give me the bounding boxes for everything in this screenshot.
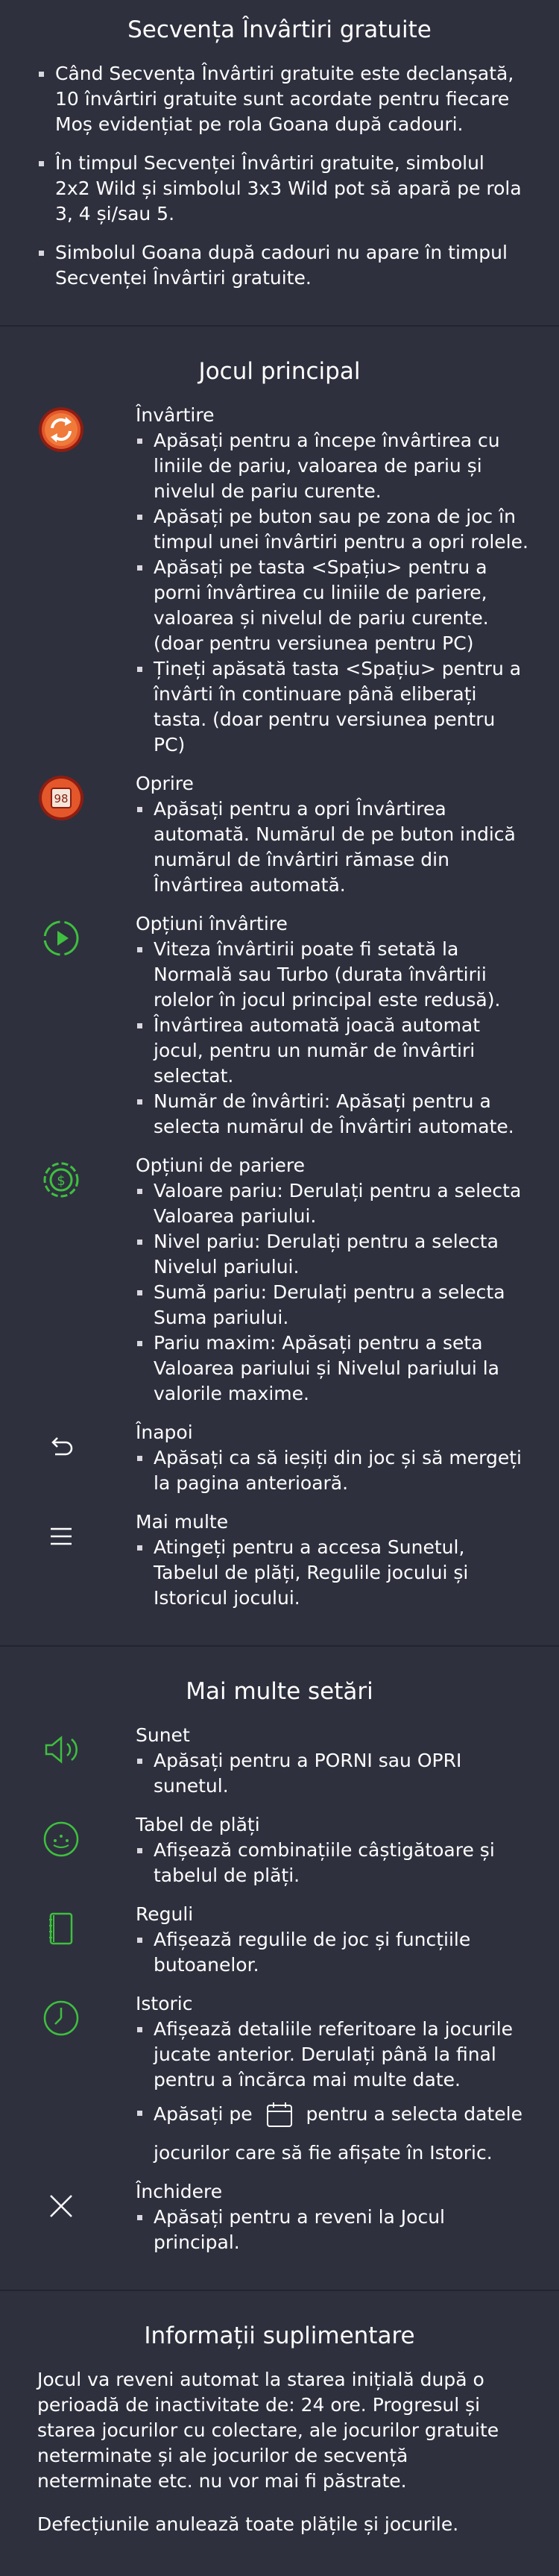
feature-name: Istoric bbox=[136, 1993, 193, 2014]
feature-name: Opțiuni învârtire bbox=[136, 913, 288, 934]
calendar-icon bbox=[266, 2102, 292, 2127]
bullet-list: Când Secvența Învârtiri gratuite este de… bbox=[0, 61, 559, 291]
info-paragraph: Defecțiunile anulează toate plățile și j… bbox=[37, 2513, 459, 2535]
section-title: Secvența Învârtiri gratuite bbox=[127, 16, 432, 43]
list-item: Apăsați pentru a opri Învârtirea automat… bbox=[136, 797, 529, 898]
feature-name: Reguli bbox=[136, 1903, 194, 1925]
list-item: Valoare pariu: Derulați pentru a selecta… bbox=[136, 1178, 529, 1229]
feature-spin: Învârtire Apăsați pentru a începe învârt… bbox=[0, 403, 559, 758]
list-item: Afișează detaliile referitoare la jocuri… bbox=[136, 2017, 529, 2093]
list-item: Învârtirea automată joacă automat jocul,… bbox=[136, 1013, 529, 1089]
list-item: Apăsați pentru a reveni la Jocul princip… bbox=[136, 2205, 529, 2255]
list-item: Când Secvența Învârtiri gratuite este de… bbox=[37, 61, 522, 137]
list-item: Țineți apăsată tasta <Spațiu> pentru a î… bbox=[136, 656, 529, 758]
feature-name: Mai multe bbox=[136, 1511, 229, 1533]
list-item: Apăsați pe pentru a selecta datele jocur… bbox=[136, 2100, 529, 2166]
list-item: Număr de învârtiri: Apăsați pentru a sel… bbox=[136, 1089, 529, 1140]
list-item: Apăsați pe tasta <Spațiu> pentru a porni… bbox=[136, 555, 529, 656]
feature-name: Sunet bbox=[136, 1724, 190, 1746]
list-item: Apăsați ca să ieșiți din joc și să merge… bbox=[136, 1445, 529, 1496]
feature-close: Închidere Apăsați pentru a reveni la Joc… bbox=[0, 2179, 559, 2255]
additional-info-section: Informații suplimentare Jocul va reveni … bbox=[0, 2291, 559, 2576]
back-icon bbox=[51, 1437, 73, 1456]
feature-spin-options: Opțiuni învârtire Viteza învârtirii poat… bbox=[0, 911, 559, 1140]
spin-options-icon bbox=[43, 920, 79, 956]
svg-text:$: $ bbox=[57, 1173, 65, 1189]
bet-options-icon: $ bbox=[43, 1162, 79, 1198]
autospin-count: 98 bbox=[54, 792, 68, 805]
feature-name: Înapoi bbox=[136, 1421, 193, 1443]
feature-more: Mai multe Atingeți pentru a accesa Sunet… bbox=[0, 1510, 559, 1611]
main-game-section: Jocul principal Învârtire Apăsați pentru… bbox=[0, 327, 559, 1647]
list-item: În timpul Secvenței Învârtiri gratuite, … bbox=[37, 151, 522, 227]
list-item: Pariu maxim: Apăsați pentru a seta Valoa… bbox=[136, 1331, 529, 1407]
more-settings-section: Mai multe setări Sunet Apăsați pentru a … bbox=[0, 1647, 559, 2291]
feature-rules: Reguli Afișează regulile de joc și funcț… bbox=[0, 1902, 559, 1978]
free-spins-sequence-section: Secvența Învârtiri gratuite Când Secvenț… bbox=[0, 0, 559, 327]
list-item: Afișează regulile de joc și funcțiile bu… bbox=[136, 1927, 529, 1978]
feature-back: Înapoi Apăsați ca să ieșiți din joc și s… bbox=[0, 1420, 559, 1496]
stop-button-icon: 98 bbox=[39, 776, 83, 820]
calendar-text-after: pentru a selecta datele bbox=[306, 2103, 522, 2125]
list-item: Afișează combinațiile câștigătoare și ta… bbox=[136, 1838, 529, 1888]
list-item: Atingeți pentru a accesa Sunetul, Tabelu… bbox=[136, 1535, 529, 1611]
calendar-text-line2: jocurilor care să fie afișate în Istoric… bbox=[154, 2142, 493, 2164]
feature-name: Opțiuni de pariere bbox=[136, 1155, 305, 1176]
list-item: Apăsați pe buton sau pe zona de joc în t… bbox=[136, 504, 529, 555]
info-paragraph: Jocul va reveni automat la starea iniția… bbox=[37, 2369, 499, 2492]
feature-name: Învârtire bbox=[136, 404, 215, 426]
list-item: Nivel pariu: Derulați pentru a selecta N… bbox=[136, 1229, 529, 1280]
help-page: Secvența Învârtiri gratuite Când Secvenț… bbox=[0, 0, 559, 2576]
feature-sound: Sunet Apăsați pentru a PORNI sau OPRI su… bbox=[0, 1723, 559, 1799]
spin-button-icon bbox=[39, 407, 83, 452]
feature-name: Oprire bbox=[136, 773, 194, 794]
section-title: Informații suplimentare bbox=[144, 2322, 415, 2349]
feature-stop: 98 Oprire Apăsați pentru a opri Învârtir… bbox=[0, 771, 559, 898]
sound-icon bbox=[45, 1735, 78, 1764]
history-icon bbox=[43, 2000, 79, 2036]
feature-history: Istoric Afișează detaliile referitoare l… bbox=[0, 1991, 559, 2166]
feature-name: Tabel de plăți bbox=[136, 1814, 260, 1835]
rules-icon bbox=[49, 1912, 73, 1945]
menu-icon bbox=[51, 1527, 72, 1545]
close-icon bbox=[50, 2195, 72, 2217]
list-item: Apăsați pentru a PORNI sau OPRI sunetul. bbox=[136, 1748, 529, 1799]
section-title: Mai multe setări bbox=[186, 1678, 373, 1705]
list-item: Apăsați pentru a începe învârtirea cu li… bbox=[136, 428, 529, 504]
list-item: Sumă pariu: Derulați pentru a selecta Su… bbox=[136, 1280, 529, 1331]
calendar-text-before: Apăsați pe bbox=[154, 2103, 253, 2125]
feature-bet-options: $ Opțiuni de pariere Valoare pariu: Deru… bbox=[0, 1153, 559, 1407]
list-item: Viteza învârtirii poate fi setată la Nor… bbox=[136, 937, 529, 1013]
feature-paytable: Tabel de plăți Afișează combinațiile câș… bbox=[0, 1812, 559, 1888]
feature-name: Închidere bbox=[136, 2181, 223, 2202]
list-item: Simbolul Goana după cadouri nu apare în … bbox=[37, 240, 522, 291]
section-title: Jocul principal bbox=[198, 358, 361, 385]
paytable-icon bbox=[43, 1821, 79, 1857]
